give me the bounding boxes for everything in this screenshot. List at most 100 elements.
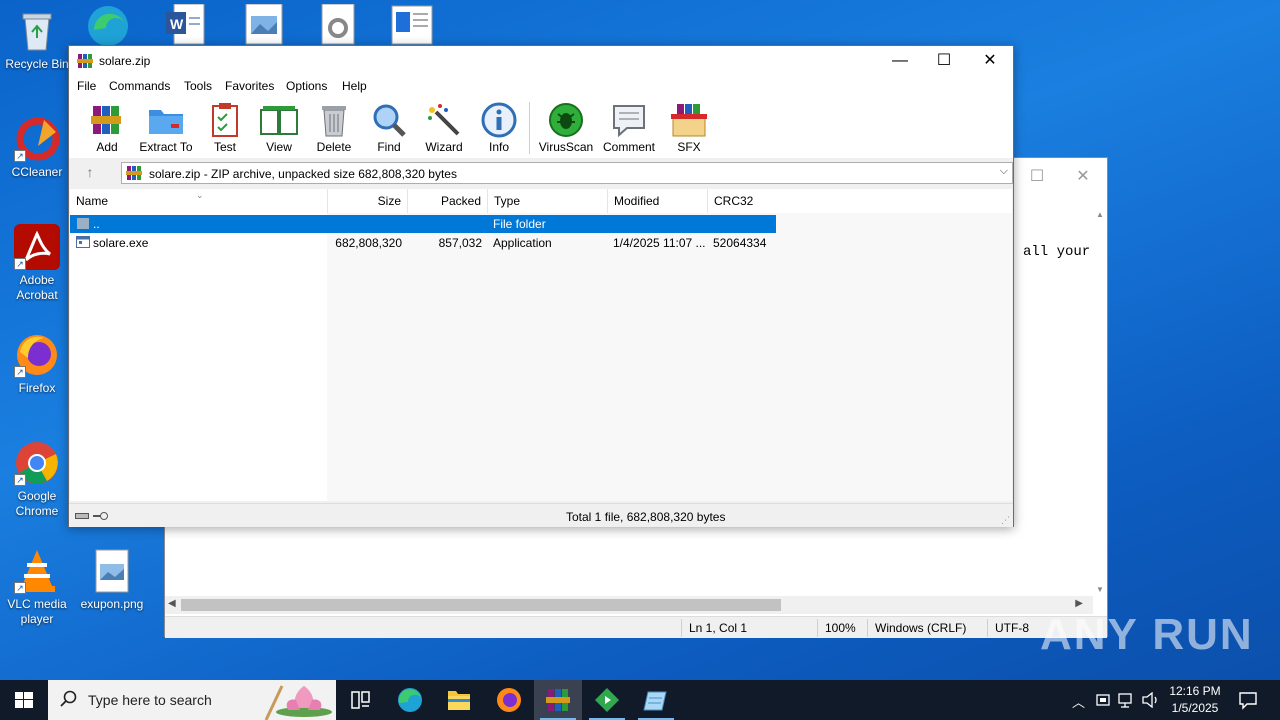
scroll-up-icon[interactable]: ▲ [1096, 210, 1104, 219]
menu-commands[interactable]: Commands [109, 79, 170, 93]
extract-folder-icon [149, 110, 183, 134]
word-document-icon[interactable]: W [164, 3, 208, 46]
scroll-right-icon[interactable]: ▶ [1075, 598, 1083, 609]
menu-help[interactable]: Help [342, 79, 367, 93]
horizontal-scroll-thumb[interactable] [181, 599, 781, 611]
search-box[interactable]: Type here to search [48, 680, 336, 720]
desktop-icon-vlc[interactable]: ↗ VLC media player [1, 548, 73, 627]
edge-desktop-icon[interactable] [86, 4, 130, 46]
settings-file-icon[interactable] [316, 3, 360, 46]
desktop-icon-adobe-acrobat[interactable]: ↗ Adobe Acrobat [1, 224, 73, 303]
drive-icon[interactable] [75, 510, 89, 524]
toolbar: Add Extract To Test View Delete Find Wiz… [69, 96, 1013, 158]
taskbar-edge[interactable] [386, 680, 434, 720]
menu-bar: File Commands Tools Favorites Options He… [69, 76, 1013, 96]
notepad-text-content[interactable]: all your [1023, 244, 1090, 260]
menu-favorites[interactable]: Favorites [225, 79, 274, 93]
show-hidden-icons-icon[interactable]: ︿ [1072, 692, 1085, 711]
recycle-bin-icon [14, 8, 60, 54]
menu-options[interactable]: Options [286, 79, 327, 93]
status-text: Total 1 file, 682,808,320 bytes [566, 510, 726, 524]
address-bar[interactable]: solare.zip - ZIP archive, unpacked size … [121, 162, 1013, 184]
system-clock[interactable]: 12:16 PM 1/5/2025 [1160, 683, 1230, 717]
info-label: Info [488, 140, 509, 154]
desktop-icon-label: Adobe Acrobat [16, 273, 58, 302]
file-size: 682,808,320 [335, 236, 402, 250]
folder-icon [76, 216, 90, 233]
column-header-type[interactable]: Type [488, 189, 608, 213]
maximize-icon[interactable]: ☐ [1017, 164, 1057, 190]
delete-button[interactable]: Delete [304, 102, 364, 154]
taskbar-file-explorer[interactable] [435, 680, 483, 720]
virusscan-button[interactable]: VirusScan [536, 102, 596, 154]
line-endings: Windows (CRLF) [875, 621, 967, 635]
desktop-icon-label: exupon.png [80, 597, 144, 611]
notepad-status-bar: Ln 1, Col 1 100% Windows (CRLF) UTF-8 [165, 616, 1107, 638]
file-list[interactable]: ⌄ Name Size Packed Type Modified CRC32 .… [70, 189, 1012, 501]
desktop-icon-exupon-png[interactable]: exupon.png [76, 548, 148, 612]
search-placeholder: Type here to search [88, 692, 212, 708]
shortcut-arrow-icon: ↗ [14, 150, 26, 162]
menu-tools[interactable]: Tools [184, 79, 212, 93]
toolbar-separator [529, 102, 530, 154]
horizontal-scrollbar[interactable]: ◀ ▶ [165, 596, 1093, 614]
file-crc32: 52064334 [713, 236, 767, 250]
comment-button[interactable]: Comment [599, 102, 659, 154]
virus-scan-icon [549, 103, 583, 137]
file-explorer-icon [448, 691, 470, 710]
desktop-icon-firefox[interactable]: ↗ Firefox [1, 332, 73, 396]
find-button[interactable]: Find [359, 102, 419, 154]
desktop-icon-google-chrome[interactable]: ↗ Google Chrome [1, 440, 73, 519]
acrobat-icon: ↗ [14, 224, 60, 270]
taskbar-notepad-plus[interactable] [583, 680, 631, 720]
magnifier-icon [373, 104, 406, 137]
scroll-left-icon[interactable]: ◀ [168, 598, 176, 609]
test-button[interactable]: Test [195, 102, 255, 154]
column-header-name[interactable]: ⌄ Name [70, 189, 328, 213]
up-arrow-icon[interactable]: ↑ [81, 164, 99, 182]
taskbar-winrar[interactable] [534, 680, 582, 720]
resize-grip-icon[interactable]: ⋰ [1001, 515, 1011, 525]
minimize-icon[interactable]: — [877, 46, 923, 76]
winrar-title-bar[interactable]: solare.zip — ☐ ✕ [69, 46, 1013, 76]
desktop-icon-recycle-bin[interactable]: Recycle Bin [1, 8, 73, 72]
comment-label: Comment [602, 140, 655, 154]
table-row-parent-folder[interactable]: .. File folder [70, 215, 776, 233]
wizard-button[interactable]: Wizard [414, 102, 474, 154]
network-adapter-icon[interactable] [1096, 692, 1110, 711]
network-icon[interactable] [1118, 692, 1136, 711]
table-row[interactable]: solare.exe 682,808,320 857,032 Applicati… [70, 234, 776, 252]
desktop-icon-ccleaner[interactable]: ↗ CCleaner [1, 116, 73, 180]
column-header-packed[interactable]: Packed [408, 189, 488, 213]
scroll-down-icon[interactable]: ▼ [1096, 585, 1104, 594]
view-button[interactable]: View [249, 102, 309, 154]
task-view-icon [351, 691, 370, 709]
extract-to-label: Extract To [139, 140, 193, 154]
notifications-icon[interactable] [1238, 690, 1258, 713]
menu-file[interactable]: File [77, 79, 96, 93]
add-button[interactable]: Add [77, 102, 137, 154]
vertical-scrollbar[interactable]: ▲ ▼ [1093, 208, 1107, 596]
lotus-illustration-icon [256, 680, 336, 720]
close-icon[interactable]: ✕ [1063, 164, 1103, 190]
image-file-icon[interactable] [242, 3, 286, 46]
info-button[interactable]: Info [469, 102, 529, 154]
winrar-app-icon [77, 53, 93, 69]
winrar-window[interactable]: solare.zip — ☐ ✕ File Commands Tools Fav… [68, 45, 1014, 527]
column-header-modified[interactable]: Modified [608, 189, 708, 213]
start-button[interactable] [0, 680, 48, 720]
taskbar-notepad[interactable] [632, 680, 680, 720]
taskbar-firefox[interactable] [485, 680, 533, 720]
key-icon[interactable] [93, 510, 109, 524]
close-icon[interactable]: ✕ [967, 46, 1013, 76]
volume-icon[interactable] [1142, 691, 1160, 711]
maximize-icon[interactable]: ☐ [921, 46, 967, 76]
sfx-button[interactable]: SFX [659, 102, 719, 154]
extract-to-button[interactable]: Extract To [135, 102, 197, 154]
column-header-crc32[interactable]: CRC32 [708, 189, 778, 213]
column-header-size[interactable]: Size [328, 189, 408, 213]
task-view-button[interactable] [336, 680, 384, 720]
green-diamond-app-icon [595, 688, 619, 712]
chevron-down-icon[interactable]: ⌵ [1000, 165, 1008, 178]
wordpad-file-icon[interactable] [390, 4, 434, 46]
